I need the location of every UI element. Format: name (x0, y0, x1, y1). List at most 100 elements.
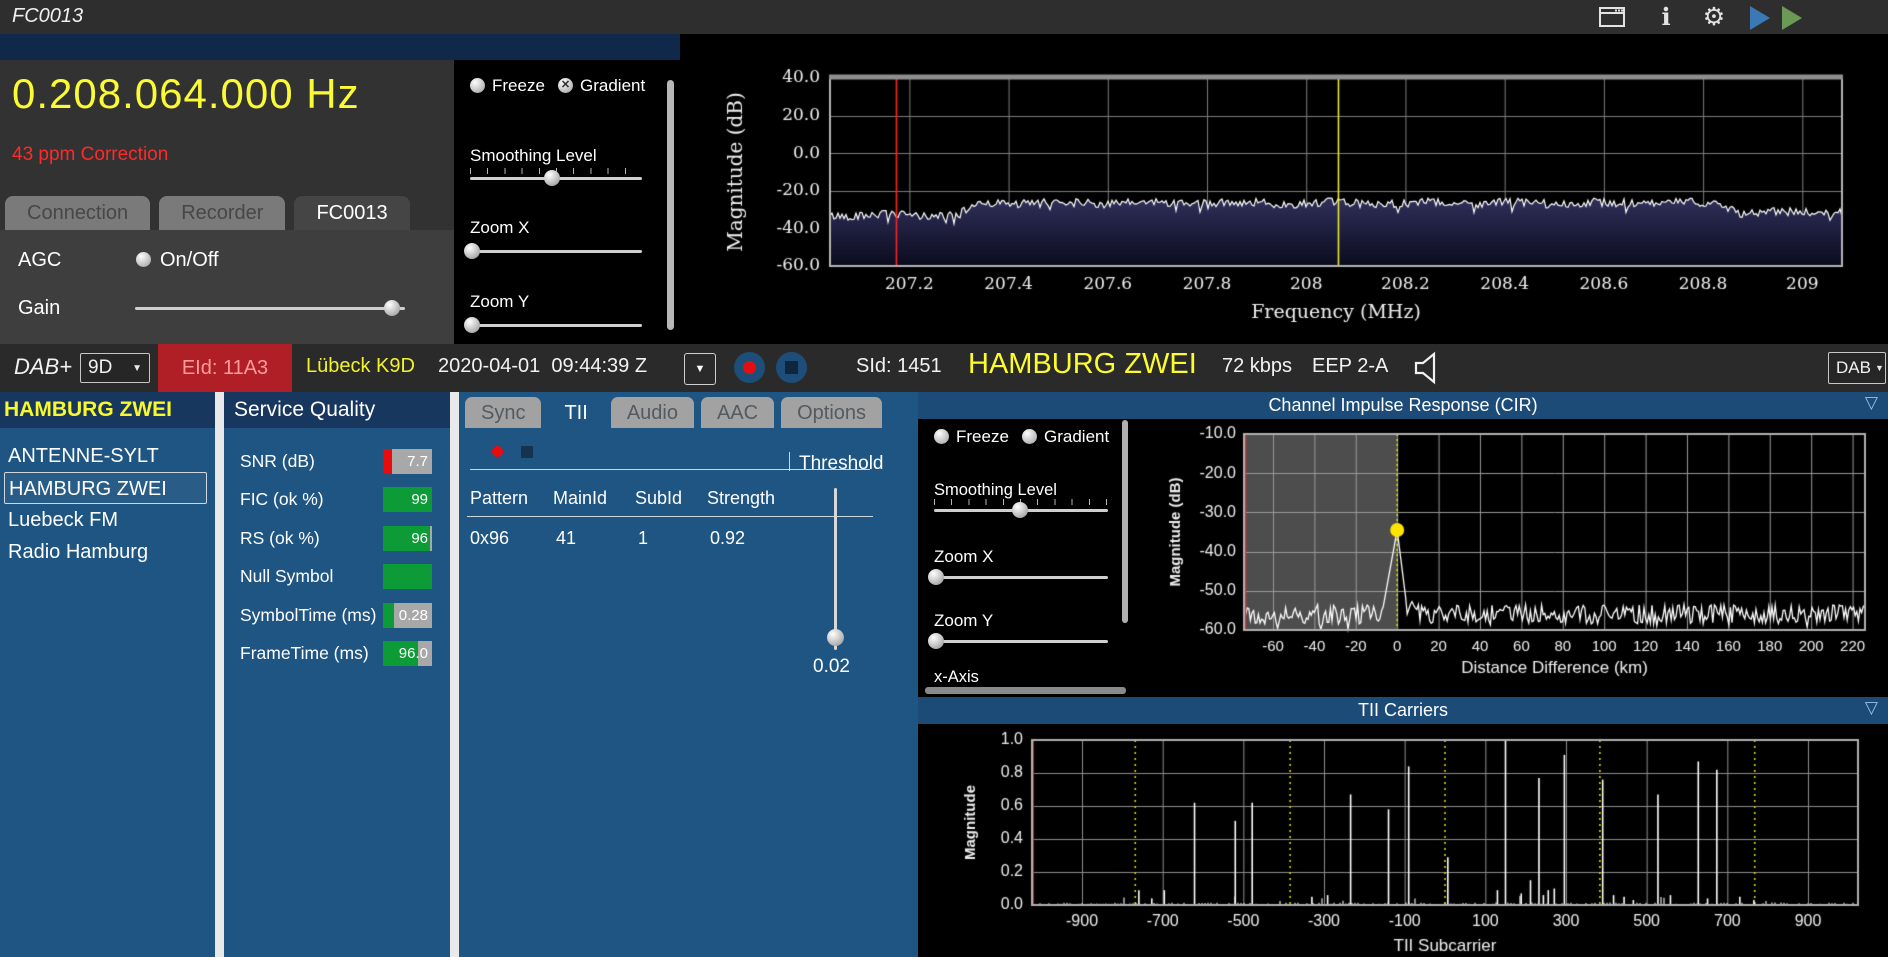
smoothing-slider-handle[interactable] (544, 170, 560, 186)
cir-zoom-x-label: Zoom X (934, 547, 994, 567)
agc-radio[interactable] (136, 252, 151, 267)
datetime-label: 2020-04-01 09:44:39 Z (438, 355, 647, 378)
gradient-label: Gradient (580, 76, 645, 96)
gain-label: Gain (18, 297, 60, 320)
quality-row-label: RS (ok %) (240, 528, 320, 549)
service-list-item[interactable]: HAMBURG ZWEI (4, 472, 207, 504)
divider (467, 516, 873, 517)
panel-separator (450, 392, 459, 957)
gain-slider[interactable] (135, 307, 405, 310)
service-list-header: HAMBURG ZWEI (0, 392, 215, 428)
cir-header-bar: Channel Impulse Response (CIR) ▽ (918, 392, 1888, 419)
freeze-radio[interactable] (470, 78, 485, 93)
service-list-item[interactable]: Luebeck FM (4, 504, 207, 536)
smoothing-label: Smoothing Level (470, 146, 597, 166)
spectrum-controls-scrollbar[interactable] (667, 80, 674, 330)
cir-gradient-radio[interactable] (1022, 429, 1037, 444)
freeze-label: Freeze (492, 76, 545, 96)
tab-recorder[interactable]: Recorder (159, 196, 285, 230)
divider (789, 452, 790, 471)
tii-table-header: MainId (553, 488, 607, 509)
window-icon[interactable] (1598, 4, 1626, 30)
threshold-slider-handle[interactable] (827, 629, 844, 646)
cir-smoothing-slider-handle[interactable] (1012, 502, 1028, 518)
cir-plot (1130, 419, 1888, 697)
channel-value: 9D (88, 357, 112, 379)
legend-main-dot-icon (492, 446, 503, 457)
threshold-slider[interactable] (834, 488, 837, 650)
cir-zoom-y-slider-handle[interactable] (928, 633, 944, 649)
demodulator-panel: SyncTII AudioAACOptions Pattern MainId SubI… (459, 392, 918, 957)
current-service-name: HAMBURG ZWEI (968, 348, 1197, 381)
stop-icon (785, 361, 798, 374)
quality-bar-segment (383, 564, 432, 589)
agc-label: AGC (18, 249, 61, 272)
service-list-item[interactable]: ANTENNE-SYLT (4, 440, 207, 472)
play-blue-icon[interactable] (1750, 6, 1770, 30)
panel-separator (215, 392, 224, 957)
zoom-x-label: Zoom X (470, 218, 530, 238)
quality-value: 96.0 (399, 641, 428, 666)
tii-table-header: SubId (635, 488, 682, 509)
cir-zoom-x-slider-handle[interactable] (928, 569, 944, 585)
tab-tii[interactable]: TII (548, 397, 603, 428)
cir-gradient-label: Gradient (1044, 427, 1109, 447)
quality-bar-segment (430, 526, 432, 551)
tab-fc0013[interactable]: FC0013 (294, 196, 409, 230)
quality-bar-segment (383, 603, 394, 628)
tab-audio[interactable]: Audio (611, 397, 694, 428)
tab-sync[interactable]: Sync (465, 397, 541, 428)
zoom-y-slider[interactable] (470, 324, 642, 327)
cir-collapse-icon[interactable]: ▽ (1865, 393, 1878, 413)
zoom-y-slider-handle[interactable] (464, 317, 480, 333)
tii-carriers-collapse-icon[interactable]: ▽ (1865, 698, 1878, 718)
tii-table-header: Strength (707, 488, 775, 509)
service-quality-title: Service Quality (234, 398, 375, 422)
info-icon[interactable]: ℹ (1652, 4, 1680, 30)
agc-onoff-label: On/Off (160, 249, 219, 272)
zoom-x-slider[interactable] (470, 250, 642, 253)
tii-table-cell: 0x96 (470, 528, 509, 549)
ppm-correction: 43 ppm Correction (12, 144, 168, 166)
cir-zoom-x-slider[interactable] (934, 576, 1108, 579)
cir-freeze-radio[interactable] (934, 429, 949, 444)
cir-x-axis-label: x-Axis (934, 668, 979, 687)
tuner-panel: 0.208.064.000 Hz 43 ppm Correction Conne… (0, 60, 454, 344)
cir-controls-vscrollbar[interactable] (1122, 420, 1128, 623)
cir-freeze-label: Freeze (956, 427, 1009, 447)
quality-value: 96 (411, 526, 428, 551)
stop-button[interactable] (776, 352, 807, 383)
cir-title: Channel Impulse Response (CIR) (918, 392, 1888, 419)
ensemble-id-badge: EId: 11A3 (158, 344, 292, 392)
quality-value: 99 (411, 487, 428, 512)
channel-select[interactable]: 9D ▼ (80, 353, 150, 383)
gain-slider-handle[interactable] (384, 300, 400, 316)
quality-row-label: FrameTime (ms) (240, 643, 369, 664)
output-mode-select[interactable]: DAB ▼ (1828, 352, 1886, 384)
tab-options[interactable]: Options (781, 397, 882, 428)
zoom-x-slider-handle[interactable] (464, 243, 480, 259)
quality-bar-segment (383, 449, 392, 474)
settings-icon[interactable]: ⚙ (1700, 4, 1728, 30)
tab-aac[interactable]: AAC (701, 397, 774, 428)
expert-dropdown-button[interactable]: ▼ (684, 353, 716, 385)
demodulator-tabs: SyncTII AudioAACOptions (465, 397, 882, 428)
tii-table-header: Pattern (470, 488, 528, 509)
record-icon (743, 361, 756, 374)
playing-service-name: HAMBURG ZWEI (4, 398, 172, 422)
cir-zoom-y-slider[interactable] (934, 640, 1108, 643)
gradient-radio[interactable]: ✕ (558, 78, 573, 93)
tii-carriers-plot (925, 724, 1888, 957)
zoom-y-label: Zoom Y (470, 292, 529, 312)
quality-bar: 96 (383, 526, 432, 551)
service-quality-panel: Service Quality SNR (dB)7.7FIC (ok %)99R… (224, 392, 450, 957)
record-button[interactable] (734, 352, 765, 383)
cir-controls-hscrollbar[interactable] (925, 687, 1126, 694)
tab-connection[interactable]: Connection (5, 196, 150, 230)
tii-carriers-title: TII Carriers (918, 697, 1888, 724)
spectrum-controls: Freeze ✕ Gradient Smoothing Level Zoom X… (454, 60, 680, 344)
play-green-icon[interactable] (1782, 6, 1802, 30)
quality-row-label: SNR (dB) (240, 451, 315, 472)
service-list-item[interactable]: Radio Hamburg (4, 536, 207, 568)
speaker-icon[interactable] (1410, 351, 1446, 390)
